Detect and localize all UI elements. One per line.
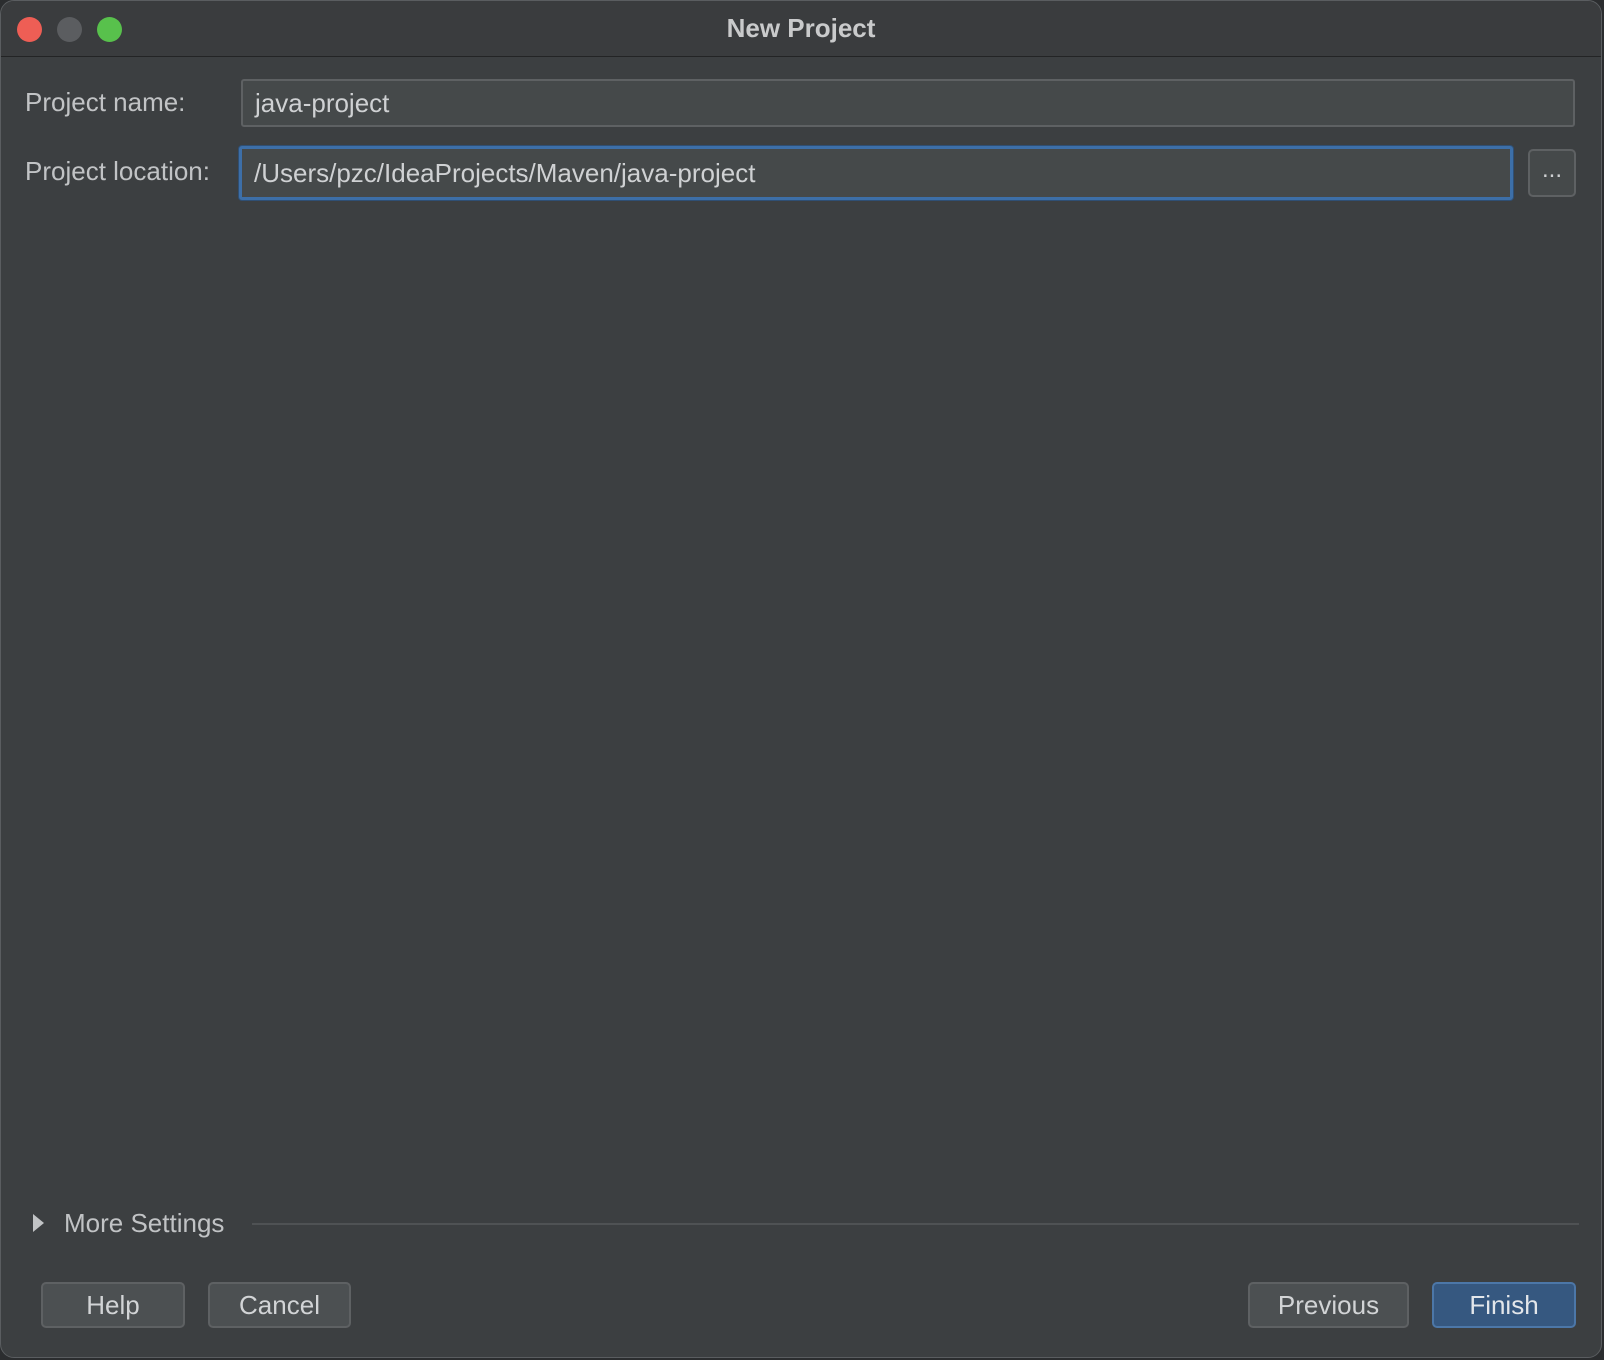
project-name-input[interactable]: java-project [241, 79, 1575, 127]
help-button[interactable]: Help [41, 1282, 185, 1328]
window-title: New Project [726, 13, 876, 43]
more-settings-divider [252, 1223, 1579, 1225]
more-settings-label: More Settings [64, 1207, 225, 1238]
project-name-value: java-project [255, 87, 390, 118]
project-location-value: /Users/pzc/IdeaProjects/Maven/java-proje… [254, 157, 756, 188]
previous-button[interactable]: Previous [1248, 1282, 1409, 1328]
project-location-input[interactable]: /Users/pzc/IdeaProjects/Maven/java-proje… [239, 146, 1513, 200]
project-name-label: Project name: [25, 87, 186, 117]
more-settings-toggle[interactable]: More Settings [33, 1205, 224, 1241]
browse-location-button[interactable]: ... [1528, 149, 1576, 197]
title-bar: New Project [1, 1, 1601, 57]
new-project-dialog: New Project Project name: java-project P… [0, 0, 1602, 1358]
project-location-label: Project location: [25, 156, 210, 186]
finish-button[interactable]: Finish [1432, 1282, 1576, 1328]
cancel-button[interactable]: Cancel [208, 1282, 351, 1328]
expand-triangle-icon [33, 1214, 44, 1232]
